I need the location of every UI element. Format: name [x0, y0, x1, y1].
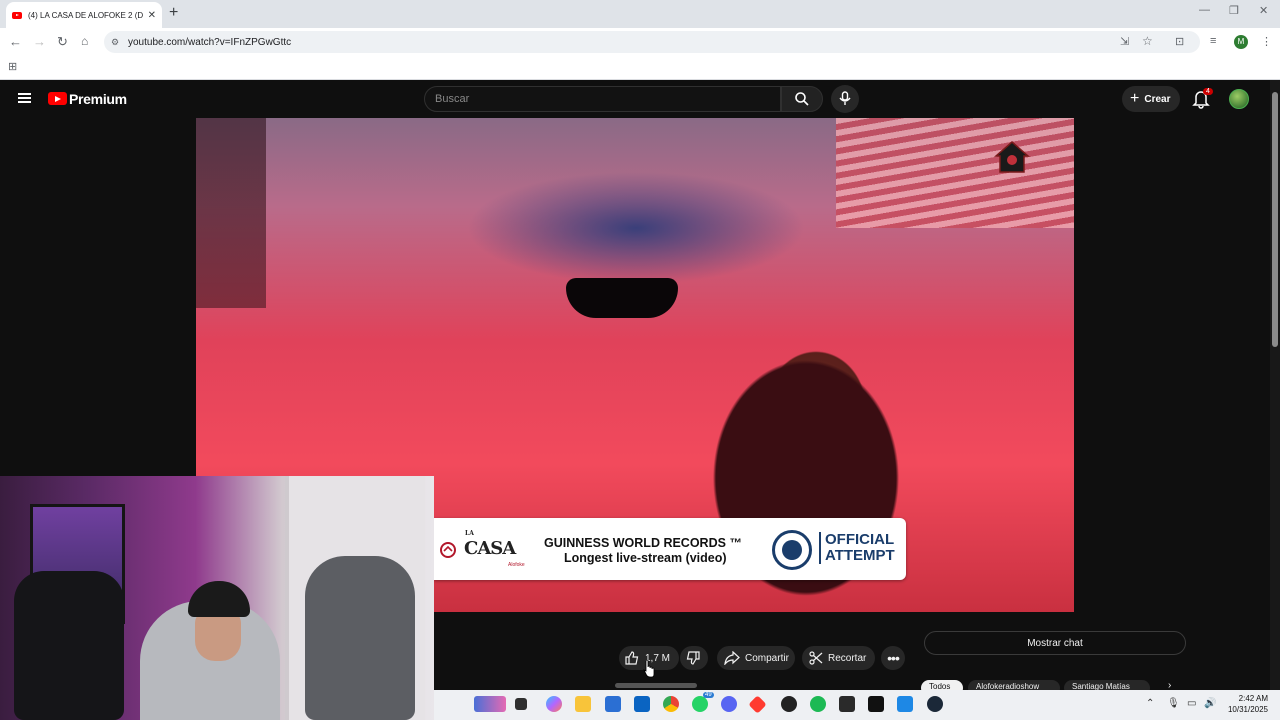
- obs-icon[interactable]: [781, 696, 797, 712]
- dislike-button[interactable]: [680, 646, 708, 670]
- forward-icon[interactable]: →: [33, 34, 46, 49]
- task-view-icon[interactable]: [515, 698, 527, 710]
- search-input[interactable]: Buscar: [424, 86, 781, 112]
- search-button[interactable]: [781, 86, 823, 112]
- whatsapp-icon[interactable]: [692, 696, 708, 712]
- search-icon: [795, 92, 809, 106]
- microphone-icon: [839, 91, 851, 105]
- share-button[interactable]: Compartir: [717, 646, 795, 670]
- discord-icon[interactable]: [721, 696, 737, 712]
- clock-time: 2:42 AM: [1238, 694, 1268, 703]
- youtube-premium-label[interactable]: Premium: [69, 91, 127, 107]
- youtube-header: Premium Buscar + Crear 4: [0, 80, 1270, 118]
- outlook-icon[interactable]: [634, 696, 650, 712]
- official-attempt-label: OFFICIAL ATTEMPT: [819, 532, 899, 564]
- share-label: Compartir: [745, 652, 789, 664]
- youtube-favicon-icon: [12, 11, 22, 19]
- page-scrollbar-thumb[interactable]: [1272, 92, 1278, 347]
- guinness-banner: LA CASA Alofoke GUINNESS WORLD RECORDS ™ …: [434, 518, 906, 580]
- background-stairs: [836, 118, 1074, 228]
- bookmark-star-icon[interactable]: ☆: [1142, 34, 1153, 48]
- clip-button[interactable]: Recortar: [802, 646, 875, 670]
- mouse-cursor-icon: [643, 660, 655, 678]
- site-info-icon[interactable]: ⚙: [111, 37, 119, 48]
- scissors-icon: [809, 651, 823, 665]
- tab-search-icon[interactable]: ⊡: [1175, 35, 1184, 48]
- more-actions-button[interactable]: •••: [881, 646, 905, 670]
- create-button[interactable]: + Crear: [1122, 86, 1180, 112]
- media-controls-icon[interactable]: ≡: [1210, 35, 1216, 47]
- minimize-icon[interactable]: —: [1199, 4, 1210, 16]
- webcam-chair-right: [305, 556, 415, 720]
- horizontal-scroll-thumb[interactable]: [615, 683, 697, 688]
- tray-overflow-icon[interactable]: ⌃: [1146, 698, 1154, 709]
- reload-icon[interactable]: ↻: [57, 34, 68, 50]
- tab-title: (4) LA CASA DE ALOFOKE 2 (D: [28, 10, 144, 20]
- whatsapp-badge: 49: [703, 692, 714, 698]
- show-chat-button[interactable]: Mostrar chat: [924, 631, 1186, 655]
- steam-icon[interactable]: [927, 696, 943, 712]
- la-casa-text: CASA: [464, 538, 516, 559]
- clock-date: 10/31/2025: [1227, 705, 1268, 714]
- thumbs-up-icon: [625, 651, 639, 665]
- install-app-icon[interactable]: ⇲: [1120, 35, 1129, 48]
- la-casa-small: LA: [465, 530, 474, 537]
- channel-watermark-icon: [994, 141, 1030, 173]
- home-icon[interactable]: ⌂: [81, 34, 88, 48]
- alofoke-text: Alofoke: [508, 562, 525, 568]
- tray-network-icon[interactable]: ▭: [1187, 698, 1196, 709]
- browser-tab[interactable]: (4) LA CASA DE ALOFOKE 2 (D ✕: [6, 2, 162, 28]
- voice-search-button[interactable]: [831, 85, 859, 113]
- browser-tab-strip: (4) LA CASA DE ALOFOKE 2 (D ✕ + — ❐ ✕: [0, 0, 1280, 28]
- webcam-streamer-cap: [188, 581, 250, 617]
- plus-icon: +: [1130, 90, 1140, 107]
- menu-icon[interactable]: [18, 93, 31, 103]
- youtube-logo-icon[interactable]: [48, 92, 67, 105]
- copilot-icon[interactable]: [546, 696, 562, 712]
- widgets-icon[interactable]: [474, 696, 506, 712]
- new-tab-button[interactable]: +: [169, 4, 178, 22]
- official-line1: OFFICIAL: [825, 531, 895, 548]
- webcam-overlay: [0, 476, 434, 720]
- gwr-subtitle: Longest live-stream (video): [564, 551, 727, 565]
- taskbar-clock[interactable]: 2:42 AM 10/31/2025: [1226, 693, 1268, 715]
- maximize-icon[interactable]: ❐: [1229, 4, 1239, 17]
- sunglasses: [566, 278, 678, 318]
- la-casa-logo: LA CASA: [464, 530, 516, 559]
- apps-grid-icon[interactable]: ⊞: [8, 60, 17, 73]
- background-person: [196, 118, 266, 308]
- tab-close-icon[interactable]: ✕: [148, 10, 156, 21]
- close-window-icon[interactable]: ✕: [1259, 4, 1268, 17]
- webcam-chair-left: [14, 571, 124, 720]
- back-icon[interactable]: ←: [9, 34, 22, 49]
- la-casa-house-icon: [440, 542, 456, 558]
- share-arrow-icon: [724, 651, 740, 665]
- gwr-title: GUINNESS WORLD RECORDS ™: [544, 536, 742, 550]
- epic-games-icon[interactable]: [839, 696, 855, 712]
- chrome-icon[interactable]: [663, 696, 679, 712]
- create-label: Crear: [1144, 93, 1171, 105]
- official-line2: ATTEMPT: [825, 547, 895, 564]
- url-text[interactable]: youtube.com/watch?v=IFnZPGwGttc: [128, 37, 291, 48]
- clip-label: Recortar: [828, 652, 867, 664]
- tray-microphone-icon[interactable]: 🎙: [1167, 698, 1180, 709]
- chrome-menu-icon[interactable]: ⋮: [1261, 35, 1272, 48]
- thumbs-down-icon: [686, 651, 700, 665]
- app-blue-icon[interactable]: [897, 696, 913, 712]
- notifications-badge: 4: [1203, 88, 1213, 95]
- gwr-seal-icon: [772, 530, 812, 570]
- account-avatar[interactable]: [1229, 89, 1249, 109]
- tray-volume-icon[interactable]: 🔊: [1204, 698, 1216, 709]
- webcam-streamer-face: [195, 611, 241, 661]
- bookmarks-bar: ⊞: [0, 56, 1280, 80]
- spotify-icon[interactable]: [810, 696, 826, 712]
- file-explorer-icon[interactable]: [575, 696, 591, 712]
- tiktok-icon[interactable]: [868, 696, 884, 712]
- microsoft-store-icon[interactable]: [605, 696, 621, 712]
- profile-avatar[interactable]: M: [1234, 35, 1248, 49]
